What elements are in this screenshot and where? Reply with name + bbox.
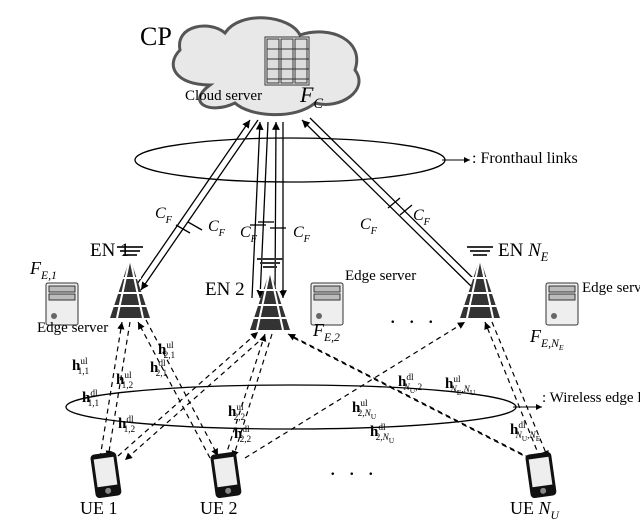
- cf-5: CF: [360, 216, 377, 234]
- h-1-2-dl: hdl1,2: [118, 416, 145, 433]
- en1-name: EN 1: [90, 240, 130, 262]
- FENe: FE,NE: [530, 326, 564, 347]
- title-cp: CP: [140, 22, 172, 52]
- wireless-caption: : Wireless edge links: [542, 390, 622, 407]
- h-NE-NU-ul: hulNE,NU: [445, 376, 485, 393]
- h-2-1-dl: hdl2,1: [150, 360, 177, 377]
- cloud-server-label: Cloud server: [185, 88, 262, 105]
- h-1-2-ul: hul1,2: [116, 372, 143, 389]
- cf-4: CF: [293, 224, 310, 242]
- h-1-1-dl: hdl1,1: [82, 390, 109, 407]
- h-2-NU-ul: hul2,NU: [352, 400, 386, 417]
- ue1-name: UE 1: [80, 498, 118, 519]
- edge-server-N-label: Edge server: [582, 280, 632, 297]
- edge-server-1-label: Edge server: [37, 320, 81, 337]
- cloud-cap: FC: [300, 82, 323, 108]
- h-2-2-dl: hdl2,2: [234, 426, 261, 443]
- h-NU-2-dl: hdlNU,2: [398, 374, 432, 391]
- h-NU-NE-dl: hdlNU,NE: [510, 422, 550, 439]
- phone-icon: [90, 451, 557, 498]
- cf-3: CF: [240, 224, 257, 242]
- h-2-1-ul: hul2,1: [158, 342, 185, 359]
- fronthaul-caption: : Fronthaul links: [472, 150, 578, 168]
- ue2-name: UE 2: [200, 498, 238, 519]
- edge-server-2-label: Edge server: [345, 268, 395, 285]
- dots-ue: . . .: [330, 455, 378, 481]
- cf-2: CF: [208, 218, 225, 236]
- enN-name: EN NE: [498, 240, 548, 262]
- cf-1: CF: [155, 205, 172, 223]
- cf-6: CF: [413, 207, 430, 225]
- ueN-name: UE NU: [510, 498, 559, 519]
- dots-en: . . .: [390, 303, 438, 329]
- en2-name: EN 2: [205, 279, 245, 301]
- h-1-1-ul: hul1,1: [72, 358, 99, 375]
- antenna-icon: [110, 247, 500, 330]
- FE2: FE,2: [313, 320, 340, 341]
- FE1: FE,1: [30, 258, 57, 279]
- h-2-NU-dl: hdl2,NU: [370, 424, 404, 441]
- h-2-2-ul: hul2,2: [228, 404, 255, 421]
